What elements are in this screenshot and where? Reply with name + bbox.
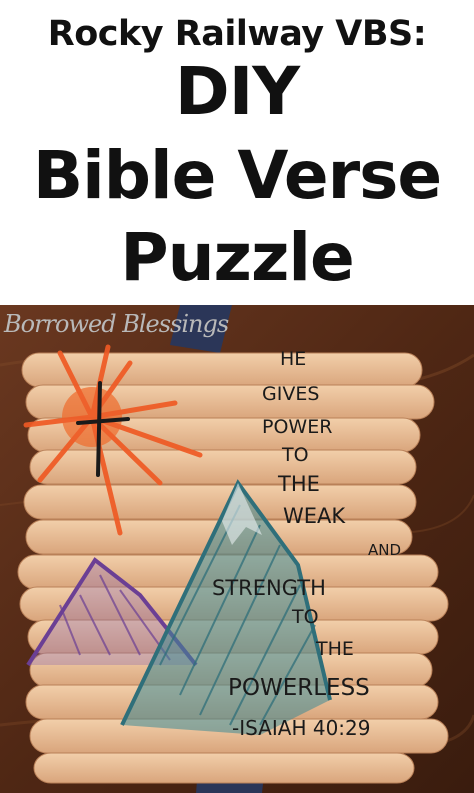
craft-photo: HE GIVES POWER TO THE WEAK AND STRENGTH … (0, 305, 474, 793)
popsicle-stick (21, 352, 423, 388)
verse-word: STRENGTH (212, 576, 326, 600)
verse-word: POWER (262, 416, 332, 438)
verse-word: -ISAIAH 40:29 (232, 716, 370, 740)
title-block: Rocky Railway VBS: DIY Bible Verse Puzzl… (0, 0, 474, 305)
verse-word: THE (315, 638, 354, 660)
verse-word: WEAK (283, 504, 346, 528)
watermark: Borrowed Blessings (4, 310, 229, 338)
verse-word: GIVES (262, 383, 319, 405)
verse-word: TO (291, 606, 319, 628)
verse-word: AND (368, 541, 401, 559)
verse-word: POWERLESS (228, 675, 370, 701)
popsicle-stick (33, 752, 415, 784)
puzzle-illustration: HE GIVES POWER TO THE WEAK AND STRENGTH … (0, 305, 474, 793)
verse-word: TO (281, 444, 309, 466)
popsicle-stick (23, 484, 417, 520)
title-line-3: Puzzle (120, 219, 355, 296)
popsicle-stick (29, 449, 417, 485)
subtitle: Rocky Railway VBS: (47, 14, 427, 54)
verse-word: THE (277, 472, 320, 496)
title-line-1: DIY (174, 53, 300, 130)
title-line-2: Bible Verse (32, 137, 442, 214)
verse-word: HE (280, 348, 306, 370)
